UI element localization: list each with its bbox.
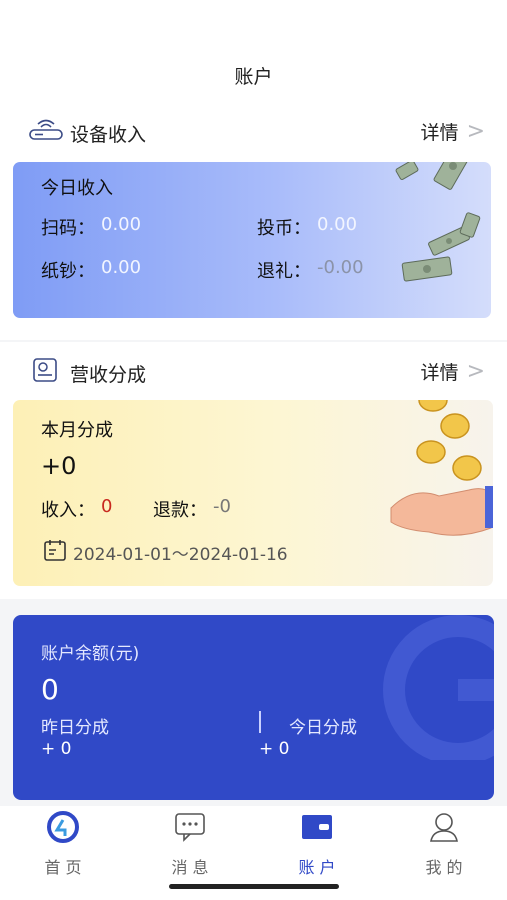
header: 账户	[0, 0, 507, 102]
home-indicator	[169, 884, 339, 889]
yesterday-share-value: + 0	[41, 739, 72, 759]
wallet-icon	[301, 814, 333, 844]
page-title: 账户	[234, 66, 273, 88]
monthly-share-amount: +0	[41, 452, 77, 480]
income-label: 收入：	[41, 500, 95, 521]
monthly-share-title: 本月分成	[41, 420, 113, 441]
gift-value: -0.00	[317, 257, 364, 278]
balance-title: 账户余额(元)	[41, 644, 140, 664]
tab-mine[interactable]: 我 的	[381, 806, 507, 900]
device-income-section: 设备收入 详情 > 今日收入 扫码： 0.00 投币： 0.00 纸钞： 0.0…	[0, 102, 507, 340]
tab-messages-label: 消 息	[171, 858, 209, 877]
revenue-share-title: 营收分成	[70, 364, 147, 386]
scan-label: 扫码：	[41, 218, 95, 239]
device-income-detail-link[interactable]: 详情 >	[421, 118, 485, 145]
note-value: 0.00	[101, 257, 142, 278]
refund-value: -0	[213, 496, 231, 517]
note-label: 纸钞：	[41, 261, 95, 282]
coins-hand-illustration	[373, 400, 493, 546]
revenue-share-section: 营收分成 详情 > 本月分成 +0 收入： 0 退款： -0 2024-01-0…	[0, 342, 507, 599]
tab-mine-label: 我 的	[425, 858, 463, 877]
balance-amount: 0	[41, 673, 59, 706]
today-income-title: 今日收入	[41, 178, 113, 199]
detail-label: 详情	[420, 362, 459, 384]
wifi-router-icon	[28, 116, 64, 146]
detail-label: 详情	[420, 122, 459, 144]
income-value: 0	[101, 496, 113, 517]
scan-value: 0.00	[101, 214, 142, 235]
coin-label: 投币：	[257, 218, 311, 239]
chevron-right-icon: >	[466, 119, 485, 144]
revenue-share-header: 营收分成 详情 >	[0, 342, 507, 400]
today-income-card[interactable]: 今日收入 扫码： 0.00 投币： 0.00 纸钞： 0.00 退礼： -0.0…	[13, 162, 491, 318]
user-icon	[429, 811, 459, 847]
yesterday-share-label: 昨日分成	[41, 718, 109, 738]
tab-account-label: 账 户	[298, 858, 336, 877]
tab-home[interactable]: 首 页	[0, 806, 126, 900]
date-range: 2024-01-01～2024-01-16	[73, 545, 288, 565]
refund-label: 退款：	[153, 500, 207, 521]
device-income-title: 设备收入	[70, 124, 147, 146]
tab-home-label: 首 页	[44, 858, 82, 877]
brand-watermark-icon	[368, 615, 494, 765]
home-logo-icon	[46, 810, 80, 848]
coin-value: 0.00	[317, 214, 358, 235]
monthly-share-card[interactable]: 本月分成 +0 收入： 0 退款： -0 2024-01-01～2024-01-…	[13, 400, 493, 586]
revenue-share-detail-link[interactable]: 详情 >	[421, 358, 485, 385]
money-illustration	[393, 162, 491, 296]
calendar-icon	[43, 538, 67, 566]
gift-label: 退礼：	[257, 261, 311, 282]
today-share-value: + 0	[259, 739, 290, 759]
balance-divider	[259, 711, 261, 733]
account-balance-card[interactable]: 账户余额(元) 0 昨日分成 + 0 今日分成 + 0	[13, 615, 494, 800]
chevron-right-icon: >	[466, 359, 485, 384]
message-icon	[174, 812, 206, 846]
report-icon	[32, 357, 58, 387]
device-income-header: 设备收入 详情 >	[0, 102, 507, 160]
today-share-label: 今日分成	[289, 718, 357, 738]
